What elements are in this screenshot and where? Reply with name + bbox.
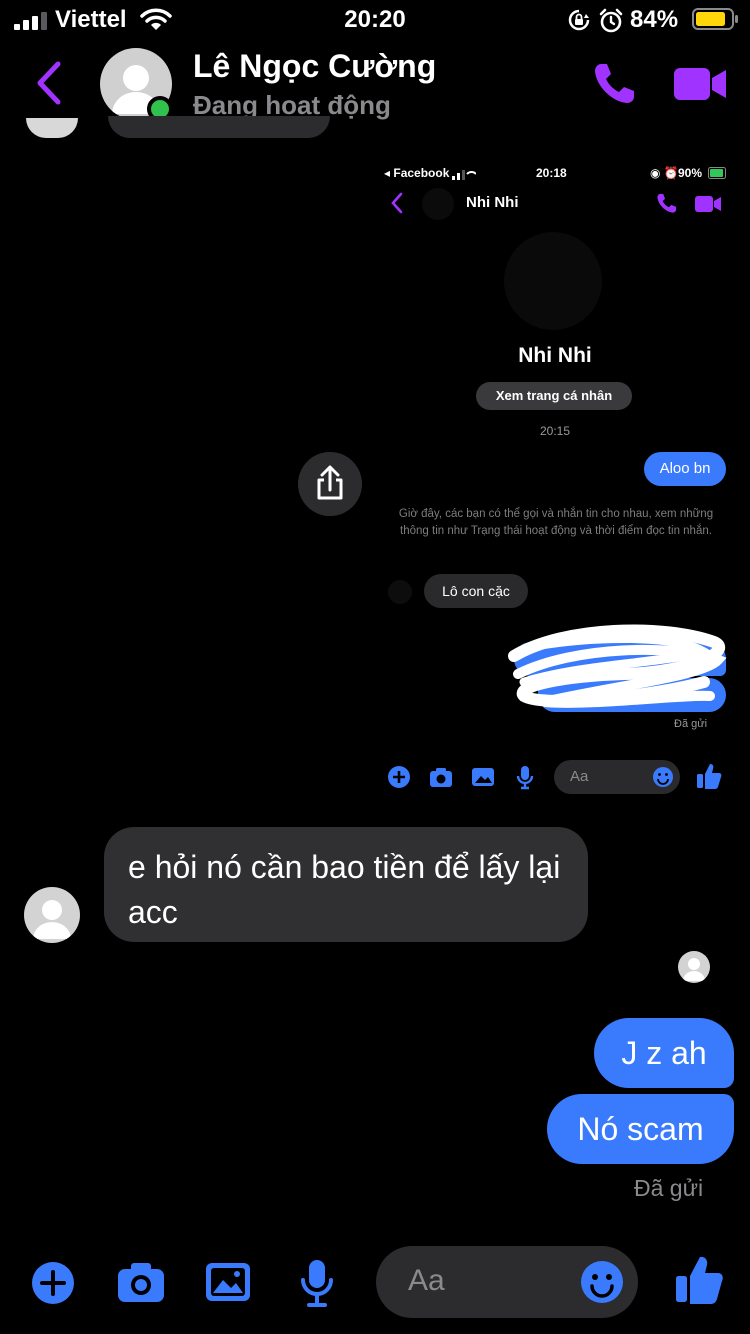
previous-avatar-partial (26, 118, 78, 138)
emoji-button[interactable] (580, 1260, 624, 1304)
default-avatar-icon (683, 958, 705, 981)
screenshot-view-profile-button: Xem trang cá nhân (476, 382, 632, 410)
screenshot-emoji-icon (653, 767, 673, 787)
screenshot-redaction-scribble (508, 624, 727, 708)
plus-button[interactable] (30, 1260, 76, 1306)
alarm-icon (599, 8, 623, 33)
screenshot-video-icon (695, 196, 721, 212)
screenshot-app-label: ◂ Facebook (384, 166, 450, 180)
screenshot-notice-text: Giờ đây, các bạn có thể gọi và nhắn tin … (398, 508, 714, 537)
screenshot-back-icon (391, 192, 403, 214)
outgoing-message-bubble[interactable]: Nó scam (547, 1094, 734, 1164)
screenshot-gallery-icon (472, 768, 494, 786)
shared-screenshot-image[interactable]: ◂ Facebook 20:18 ◉ ⏰ 90% Nhi Nhi Nhi Nhi… (374, 150, 736, 800)
screenshot-timestamp: 20:15 (539, 424, 571, 438)
screenshot-like-icon (697, 764, 722, 789)
screenshot-sent-label: Đã gửi (674, 718, 708, 730)
phone-call-button[interactable] (592, 60, 638, 106)
screenshot-phone-icon (657, 193, 677, 213)
camera-button[interactable] (116, 1260, 166, 1304)
screenshot-time: 20:18 (536, 166, 567, 180)
screenshot-incoming-avatar (388, 580, 412, 604)
screenshot-input-placeholder: Aa (570, 768, 589, 785)
battery-icon (692, 8, 738, 30)
screenshot-contact-name: Nhi Nhi (466, 194, 519, 211)
sender-avatar[interactable] (24, 887, 80, 943)
message-composer: Aa (0, 1240, 750, 1334)
message-input-placeholder: Aa (408, 1264, 445, 1297)
status-bar: Viettel 20:20 84% (0, 0, 750, 40)
screenshot-battery: 90% (678, 166, 703, 180)
outgoing-message-bubble[interactable]: J z ah (594, 1018, 734, 1088)
screenshot-battery-icon (708, 167, 726, 179)
share-button[interactable] (298, 452, 362, 516)
screenshot-signal-icon (452, 170, 476, 180)
screenshot-profile-avatar (504, 232, 602, 330)
screenshot-camera-icon (430, 768, 452, 787)
back-button[interactable] (32, 60, 68, 106)
read-receipt-avatar (678, 951, 710, 983)
previous-message-partial (108, 116, 330, 138)
incoming-message-bubble[interactable]: e hỏi nó cần bao tiền để lấy lại acc (104, 827, 588, 942)
video-call-button[interactable] (672, 64, 728, 104)
contact-name[interactable]: Lê Ngọc Cường (193, 48, 436, 85)
microphone-button[interactable] (298, 1258, 336, 1308)
battery-percent: 84% (630, 6, 679, 33)
screenshot-plus-icon (388, 766, 410, 788)
sent-status-label: Đã gửi (634, 1175, 704, 1201)
screenshot-profile-name: Nhi Nhi (518, 344, 592, 367)
screenshot-outgoing-message: Aloo bn (644, 452, 726, 486)
screenshot-contact-avatar (422, 188, 454, 220)
gallery-button[interactable] (204, 1260, 252, 1304)
like-button[interactable] (674, 1254, 724, 1306)
default-avatar-icon (33, 900, 71, 939)
screenshot-mic-icon (516, 766, 534, 790)
screenshot-status-icons: ◉ ⏰ (650, 166, 679, 180)
screenshot-incoming-message: Lô con cặc (424, 574, 528, 608)
orientation-lock-icon (568, 9, 590, 31)
